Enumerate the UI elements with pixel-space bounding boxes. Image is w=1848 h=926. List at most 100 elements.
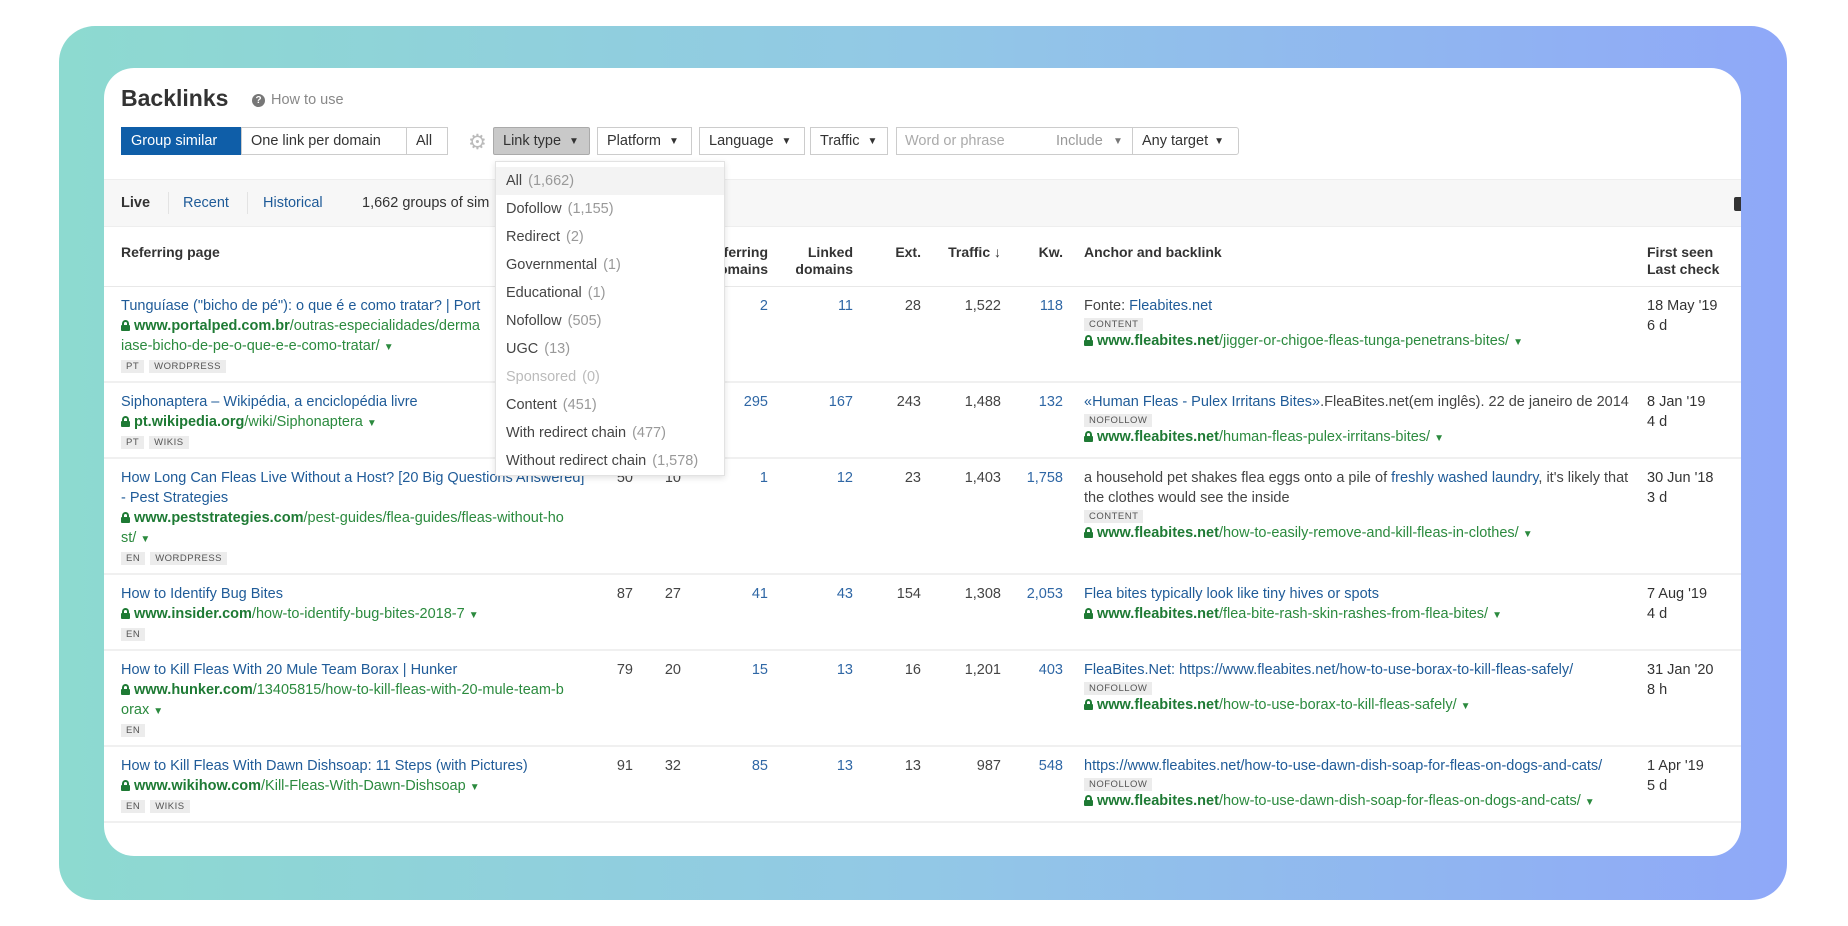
table-row: How to Kill Fleas With Dawn Dishsoap: 11…: [104, 747, 1741, 823]
caret-down-icon[interactable]: ▼: [1523, 529, 1533, 540]
caret-down-icon[interactable]: ▼: [140, 534, 150, 545]
url-domain: pt.wikipedia.org: [134, 414, 245, 430]
menu-item-label: Sponsored: [506, 369, 577, 385]
referring-page-title-link[interactable]: How to Kill Fleas With 20 Mule Team Bora…: [121, 660, 587, 680]
linked-domains-value[interactable]: 43: [768, 584, 853, 641]
referring-domains-value[interactable]: 85: [681, 756, 768, 813]
lock-icon: [1084, 795, 1093, 806]
menu-item-educational[interactable]: Educational (1): [496, 279, 724, 307]
platform-filter[interactable]: Platform ▼: [597, 127, 692, 155]
backlink-path: /jigger-or-chigoe-fleas-tunga-penetrans-…: [1218, 333, 1510, 349]
export-icon[interactable]: [1734, 197, 1741, 211]
link-type-badge: NOFOLLOW: [1084, 682, 1153, 695]
anchor-link[interactable]: https://www.fleabites.net/how-to-use-daw…: [1084, 758, 1602, 774]
referring-domains-value[interactable]: 1: [681, 468, 768, 565]
col-ext[interactable]: Ext.: [853, 244, 921, 286]
domain-rating: 91: [616, 758, 633, 774]
backlink-url[interactable]: www.fleabites.net/how-to-use-dawn-dish-s…: [1084, 791, 1630, 813]
include-select[interactable]: Include: [1056, 133, 1103, 149]
anchor-link[interactable]: Fleabites.net: [1129, 298, 1212, 314]
caret-down-icon[interactable]: ▼: [367, 418, 377, 429]
menu-item-governmental[interactable]: Governmental (1): [496, 251, 724, 279]
target-select[interactable]: Any target ▼: [1132, 127, 1239, 155]
traffic-filter[interactable]: Traffic ▼: [810, 127, 888, 155]
caret-down-icon[interactable]: ▼: [1513, 337, 1523, 348]
last-check-value: 4 d: [1647, 414, 1668, 430]
referring-domains-value[interactable]: 41: [681, 584, 768, 641]
linked-domains-value[interactable]: 12: [768, 468, 853, 565]
backlink-url[interactable]: www.fleabites.net/how-to-use-borax-to-ki…: [1084, 695, 1630, 717]
gear-icon[interactable]: ⚙: [468, 130, 487, 155]
referring-domains-value[interactable]: 15: [681, 660, 768, 737]
anchor-link[interactable]: FleaBites.Net: https://www.fleabites.net…: [1084, 662, 1573, 678]
menu-item-with-redirect-chain[interactable]: With redirect chain (477): [496, 419, 724, 447]
platform-label: Platform: [607, 133, 661, 149]
keywords-value[interactable]: 118: [1001, 296, 1063, 373]
one-link-per-domain-button[interactable]: One link per domain: [241, 127, 407, 155]
menu-item-dofollow[interactable]: Dofollow (1,155): [496, 195, 724, 223]
menu-item-all[interactable]: All (1,662): [496, 167, 724, 195]
referring-page-url[interactable]: www.insider.com/how-to-identify-bug-bite…: [121, 604, 587, 626]
referring-page-title-link[interactable]: How to Identify Bug Bites: [121, 584, 587, 604]
linked-domains-value[interactable]: 11: [768, 296, 853, 373]
col-first-seen-last-check[interactable]: First seen Last check: [1647, 244, 1741, 286]
referring-page-url[interactable]: www.peststrategies.com/pest-guides/flea-…: [121, 508, 587, 550]
backlinks-table-body: Tunguíase ("bicho de pé"): o que é e com…: [104, 287, 1741, 823]
time-tabs-bar: Live Recent Historical 1,662 groups of s…: [104, 179, 1741, 227]
col-kw[interactable]: Kw.: [1001, 244, 1063, 286]
caret-down-icon[interactable]: ▼: [1492, 610, 1502, 621]
referring-page-url[interactable]: www.wikihow.com/Kill-Fleas-With-Dawn-Dis…: [121, 776, 587, 798]
language-filter[interactable]: Language ▼: [699, 127, 805, 155]
tags: NOFOLLOW: [1084, 778, 1630, 791]
caret-down-icon[interactable]: ▼: [1434, 433, 1444, 444]
backlink-url[interactable]: www.fleabites.net/jigger-or-chigoe-fleas…: [1084, 331, 1630, 353]
table-row: How to Kill Fleas With 20 Mule Team Bora…: [104, 651, 1741, 747]
menu-item-without-redirect-chain[interactable]: Without redirect chain (1,578): [496, 447, 724, 475]
tab-historical[interactable]: Historical: [263, 195, 323, 211]
caret-down-icon[interactable]: ▼: [384, 342, 394, 353]
group-similar-button[interactable]: Group similar: [121, 127, 242, 155]
caret-down-icon[interactable]: ▼: [470, 782, 480, 793]
link-type-filter[interactable]: Link type ▼: [493, 127, 590, 155]
keywords-value[interactable]: 132: [1001, 392, 1063, 449]
keywords-value[interactable]: 2,053: [1001, 584, 1063, 641]
linked-domains-value[interactable]: 167: [768, 392, 853, 449]
col-traffic[interactable]: Traffic ↓: [921, 244, 1001, 286]
menu-item-redirect[interactable]: Redirect (2): [496, 223, 724, 251]
col-linked-domains[interactable]: Linked domains: [768, 244, 853, 286]
caret-down-icon[interactable]: ▼: [469, 610, 479, 621]
url-path: /13405815/how-to-kill-fleas-with-20-mule…: [252, 682, 564, 698]
backlink-url[interactable]: www.fleabites.net/how-to-easily-remove-a…: [1084, 523, 1630, 545]
link-type-dropdown-menu: All (1,662) Dofollow (1,155) Redirect (2) Gove…: [495, 161, 725, 476]
tab-live[interactable]: Live: [121, 195, 150, 211]
url-path-continued: st/: [121, 530, 137, 546]
tab-recent[interactable]: Recent: [183, 195, 229, 211]
lock-icon: [121, 512, 130, 523]
keywords-value[interactable]: 548: [1001, 756, 1063, 813]
referring-page-title-link[interactable]: How to Kill Fleas With Dawn Dishsoap: 11…: [121, 756, 587, 776]
backlink-url[interactable]: www.fleabites.net/flea-bite-rash-skin-ra…: [1084, 604, 1630, 626]
menu-item-nofollow[interactable]: Nofollow (505): [496, 307, 724, 335]
caret-down-icon[interactable]: ▼: [1461, 701, 1471, 712]
backlink-url[interactable]: www.fleabites.net/human-fleas-pulex-irri…: [1084, 427, 1630, 449]
all-button[interactable]: All: [406, 127, 448, 155]
referring-page-url[interactable]: www.hunker.com/13405815/how-to-kill-flea…: [121, 680, 587, 722]
anchor-link[interactable]: Flea bites typically look like tiny hive…: [1084, 586, 1379, 602]
caret-down-icon[interactable]: ▼: [1585, 797, 1595, 808]
lock-icon: [1084, 527, 1093, 538]
menu-item-count: (1,662): [528, 173, 575, 189]
anchor-link[interactable]: freshly washed laundry: [1391, 470, 1538, 486]
keywords-value[interactable]: 1,758: [1001, 468, 1063, 565]
menu-item-ugc[interactable]: UGC (13): [496, 335, 724, 363]
col-anchor-backlink[interactable]: Anchor and backlink: [1084, 244, 1630, 286]
menu-item-content[interactable]: Content (451): [496, 391, 724, 419]
anchor-link[interactable]: «Human Fleas - Pulex Irritans Bites»: [1084, 394, 1320, 410]
how-to-use-link[interactable]: ? How to use: [252, 92, 344, 108]
linked-domains-value[interactable]: 13: [768, 756, 853, 813]
table-header: Referring page Referring domains Linked d…: [104, 230, 1741, 287]
caret-down-icon[interactable]: ▼: [153, 706, 163, 717]
last-check-value: 8 h: [1647, 682, 1668, 698]
word-or-phrase-input[interactable]: Word or phrase Include ▼: [896, 127, 1133, 155]
linked-domains-value[interactable]: 13: [768, 660, 853, 737]
keywords-value[interactable]: 403: [1001, 660, 1063, 737]
